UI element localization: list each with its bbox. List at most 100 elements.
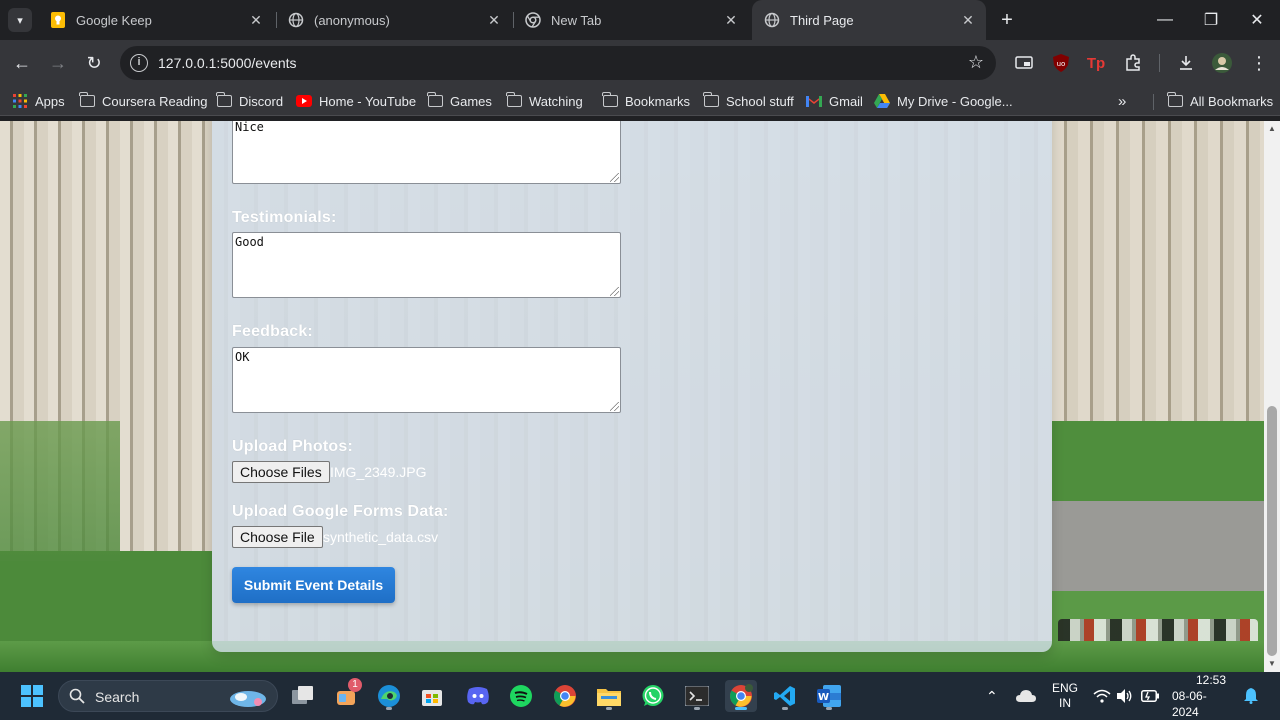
spotify-icon[interactable] (505, 680, 537, 712)
ublock-origin-icon[interactable]: uo (1050, 52, 1072, 74)
submit-event-details-button[interactable]: Submit Event Details (232, 567, 395, 603)
url-text[interactable]: 127.0.0.1:5000/events (158, 55, 297, 71)
bookmark-google-drive[interactable]: My Drive - Google... (874, 91, 1013, 111)
bookmark-school-stuff[interactable]: School stuff (702, 91, 794, 111)
profile-avatar[interactable] (1211, 52, 1233, 74)
chrome-icon (525, 12, 541, 28)
bookmark-bookmarks[interactable]: Bookmarks (601, 91, 691, 111)
toolbar-separator (1159, 54, 1160, 72)
tray-overflow-button[interactable]: ⌃ (986, 672, 998, 720)
clock[interactable]: 12:53 08-06-2024 (1172, 672, 1226, 720)
cast-icon[interactable] (1013, 52, 1035, 74)
bookmark-label: School stuff (726, 93, 794, 109)
notifications-bell-icon[interactable] (1244, 672, 1258, 720)
bookmark-label: Bookmarks (625, 93, 691, 109)
all-bookmarks-button[interactable]: All Bookmarks (1166, 91, 1273, 111)
tp-extension-icon[interactable]: Tp (1085, 52, 1107, 74)
edge-browser-icon[interactable] (373, 680, 405, 712)
restore-button[interactable]: ❐ (1188, 0, 1234, 40)
textarea-value: OK (235, 350, 250, 364)
site-info-icon[interactable]: i (130, 54, 148, 72)
address-bar[interactable]: i 127.0.0.1:5000/events ☆ (120, 46, 996, 80)
discord-icon[interactable] (462, 680, 494, 712)
bookmark-gmail[interactable]: Gmail (806, 91, 863, 111)
close-icon[interactable]: ✕ (486, 12, 502, 28)
download-icon[interactable] (1175, 52, 1197, 74)
bookmark-label: Gmail (829, 93, 863, 109)
minimize-button[interactable]: — (1142, 0, 1188, 40)
tab-google-keep[interactable]: Google Keep ✕ (38, 0, 274, 40)
tab-search-button[interactable]: ▾ (8, 8, 32, 32)
windows-taskbar: Search 1 W ⌃ ENG IN 12:53 08-06-2024 (0, 672, 1280, 720)
file-explorer-icon[interactable] (593, 680, 625, 712)
close-icon[interactable]: ✕ (960, 12, 976, 28)
new-tab-button[interactable]: + (996, 9, 1018, 31)
close-window-button[interactable]: ✕ (1234, 0, 1280, 40)
bookmark-label: My Drive - Google... (897, 93, 1013, 109)
forward-button[interactable]: → (44, 49, 72, 77)
resize-grip-icon[interactable] (610, 402, 619, 411)
description-textarea[interactable]: Nice (232, 121, 621, 184)
folder-icon (505, 92, 522, 109)
upload-photos-label: Upload Photos: (232, 438, 354, 455)
language-indicator[interactable]: ENG IN (1052, 672, 1078, 720)
whatsapp-icon[interactable] (637, 680, 669, 712)
bookmark-label: Discord (239, 93, 284, 109)
svg-text:W: W (818, 692, 829, 703)
bookmark-label: Games (450, 93, 492, 109)
taskbar-search-box[interactable]: Search (58, 680, 278, 712)
bookmarks-overflow-button[interactable]: » (1118, 91, 1126, 111)
task-view-icon[interactable] (287, 680, 319, 712)
bookmark-discord[interactable]: Discord (215, 91, 284, 111)
bookmark-apps[interactable]: Apps (12, 91, 65, 111)
chrome-taskbar-icon[interactable] (549, 680, 581, 712)
back-button[interactable]: ← (8, 49, 36, 77)
resize-grip-icon[interactable] (610, 287, 619, 296)
onedrive-icon[interactable] (1016, 672, 1036, 720)
google-keep-icon (50, 12, 66, 28)
word-icon[interactable]: W (813, 680, 845, 712)
bookmarks-separator (1153, 94, 1154, 110)
close-icon[interactable]: ✕ (723, 12, 739, 28)
choose-photos-button[interactable]: Choose Files (232, 461, 330, 483)
scroll-up-icon[interactable]: ▲ (1267, 124, 1277, 134)
resize-grip-icon[interactable] (610, 173, 619, 182)
running-indicator (386, 707, 392, 710)
windows-start-icon[interactable] (16, 680, 48, 712)
widgets-icon[interactable]: 1 (330, 678, 362, 712)
bookmark-youtube[interactable]: Home - YouTube (296, 91, 416, 111)
extensions-puzzle-icon[interactable] (1122, 52, 1144, 74)
bookmark-coursera-reading[interactable]: Coursera Reading (78, 91, 208, 111)
terminal-icon[interactable] (681, 680, 713, 712)
chrome-profile-taskbar-icon[interactable] (725, 680, 757, 712)
bookmark-games[interactable]: Games (426, 91, 492, 111)
bookmark-star-icon[interactable]: ☆ (968, 52, 984, 73)
microsoft-store-icon[interactable] (416, 680, 448, 712)
folder-icon (78, 92, 95, 109)
testimonials-textarea[interactable]: Good (232, 232, 621, 298)
tab-new-tab[interactable]: New Tab ✕ (513, 0, 749, 40)
tab-anonymous[interactable]: (anonymous) ✕ (276, 0, 512, 40)
scroll-down-icon[interactable]: ▼ (1267, 659, 1277, 669)
page-scrollbar[interactable]: ▲ ▼ (1264, 121, 1280, 672)
vscode-icon[interactable] (769, 680, 801, 712)
folder-icon (601, 92, 618, 109)
choose-forms-file-button[interactable]: Choose File (232, 526, 323, 548)
bookmark-watching[interactable]: Watching (505, 91, 583, 111)
kebab-menu-icon[interactable]: ⋮ (1248, 52, 1270, 74)
language-code: ENG (1052, 681, 1079, 695)
search-placeholder: Search (95, 689, 140, 705)
battery-icon[interactable] (1141, 672, 1159, 720)
browser-toolbar: ← → ↻ i 127.0.0.1:5000/events ☆ uo Tp ⋮ (0, 40, 1280, 86)
youtube-icon (296, 93, 312, 109)
scrollbar-thumb[interactable] (1267, 406, 1277, 656)
bookmark-label: Coursera Reading (102, 93, 208, 109)
tab-third-page[interactable]: Third Page ✕ (752, 0, 986, 40)
feedback-textarea[interactable]: OK (232, 347, 621, 413)
close-icon[interactable]: ✕ (248, 12, 264, 28)
wifi-icon[interactable] (1093, 672, 1111, 720)
search-icon (69, 688, 85, 704)
volume-icon[interactable] (1117, 672, 1133, 720)
tab-title: Google Keep (76, 12, 152, 28)
reload-button[interactable]: ↻ (80, 49, 108, 77)
